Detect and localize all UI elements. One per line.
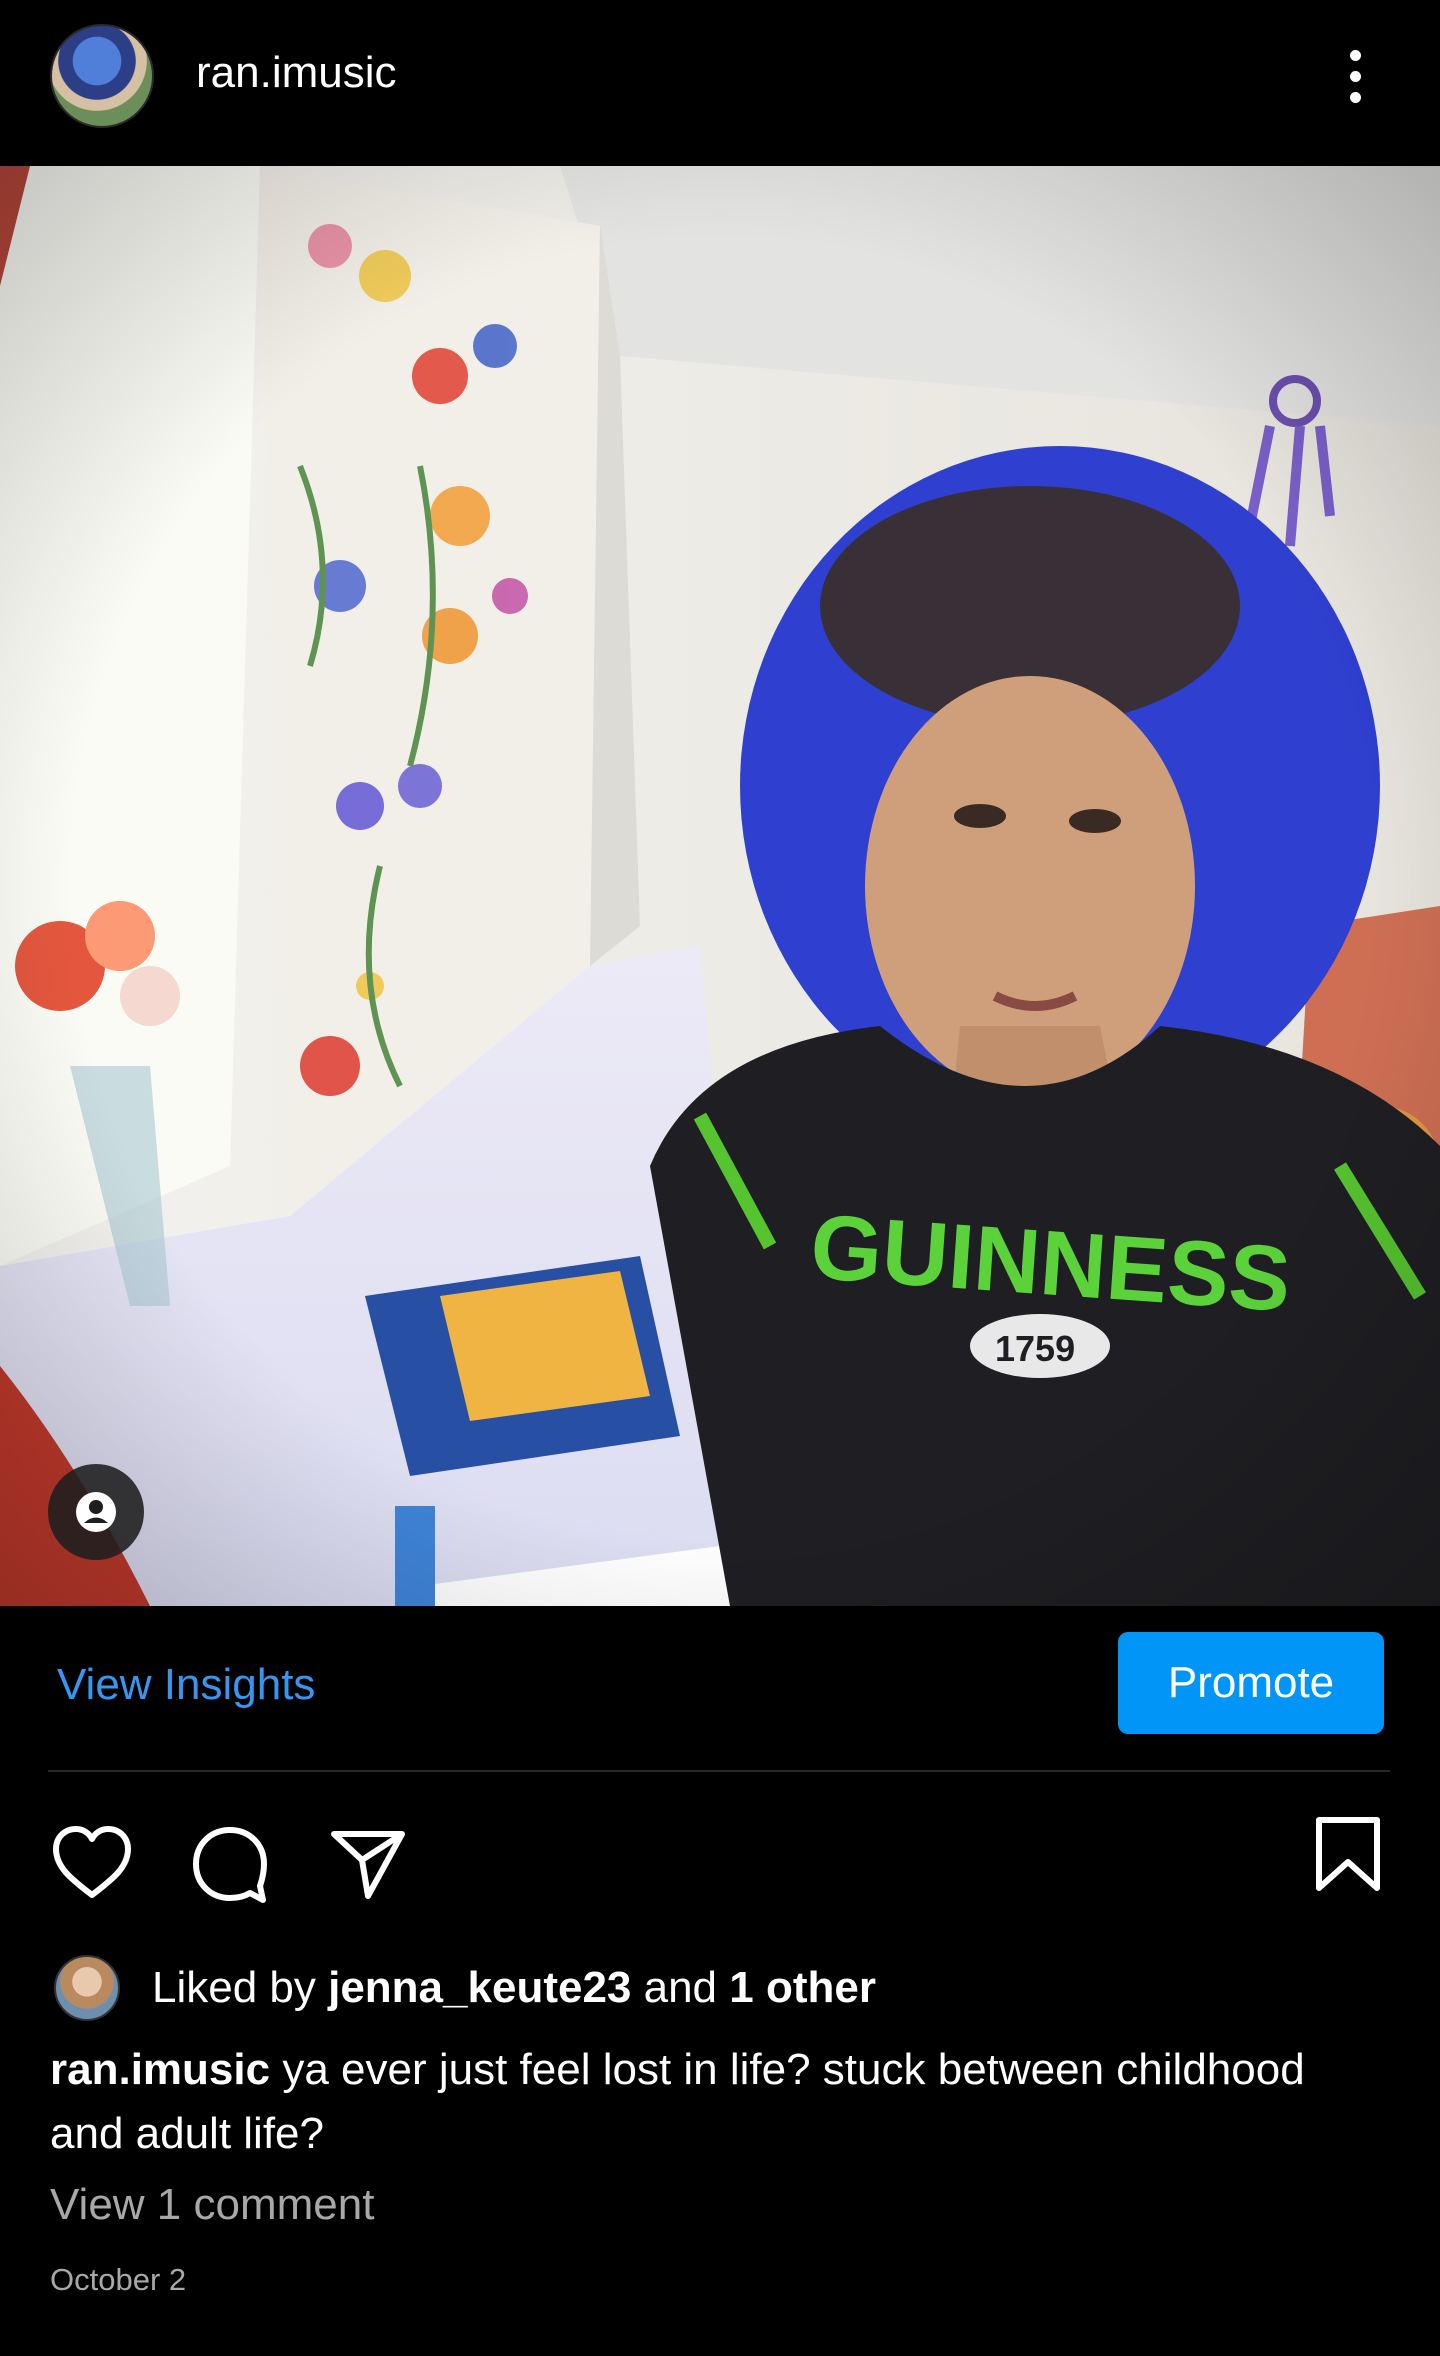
post-header: ran.imusic — [0, 0, 1440, 166]
share-icon[interactable] — [326, 1822, 410, 1906]
likes-summary[interactable]: Liked by jenna_keute23 and 1 other — [152, 1963, 876, 2013]
heart-icon[interactable] — [48, 1822, 136, 1902]
user-tag-icon[interactable] — [48, 1464, 144, 1560]
post-caption: ran.imusic ya ever just feel lost in lif… — [50, 2038, 1370, 2166]
view-insights-link[interactable]: View Insights — [57, 1660, 315, 1710]
promote-button[interactable]: Promote — [1118, 1632, 1384, 1734]
divider — [48, 1770, 1390, 1772]
liker-avatar — [54, 1955, 120, 2021]
liker-username[interactable]: jenna_keute23 — [328, 1963, 631, 2012]
profile-avatar[interactable] — [50, 24, 154, 128]
caption-username[interactable]: ran.imusic — [50, 2045, 270, 2094]
comment-icon[interactable] — [188, 1822, 272, 1906]
view-comments-link[interactable]: View 1 comment — [50, 2180, 374, 2230]
more-options-icon[interactable] — [1330, 38, 1380, 114]
post-username[interactable]: ran.imusic — [196, 48, 397, 98]
likes-row[interactable]: Liked by jenna_keute23 and 1 other — [54, 1955, 876, 2021]
likes-others[interactable]: 1 other — [729, 1963, 876, 2012]
post-photo[interactable]: GUINNESS 1759 — [0, 166, 1440, 1606]
bookmark-icon[interactable] — [1310, 1812, 1386, 1896]
post-date: October 2 — [50, 2262, 187, 2297]
